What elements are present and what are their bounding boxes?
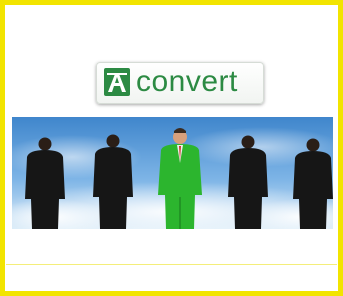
businessmen-photo bbox=[12, 117, 333, 229]
logo-text: convert bbox=[136, 65, 238, 98]
convert-logo: convert bbox=[96, 62, 264, 104]
frame-divider bbox=[6, 264, 337, 265]
convert-logo-icon bbox=[104, 68, 130, 96]
